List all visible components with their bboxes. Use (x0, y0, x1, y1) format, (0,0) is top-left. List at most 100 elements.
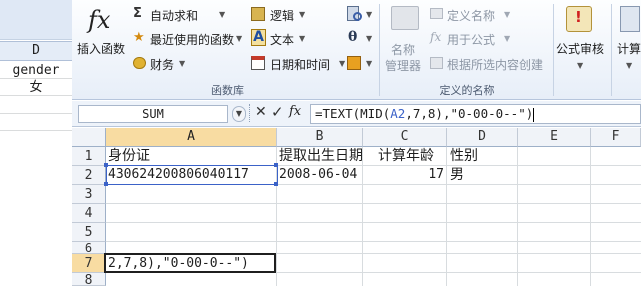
more-functions-icon (347, 56, 361, 70)
create-from-selection-label: 根据所选内容创建 (447, 58, 544, 72)
insert-function-label: 插入函数 (77, 42, 126, 56)
splitter-handle[interactable] (249, 104, 252, 122)
exclamation-icon: ! (575, 8, 582, 26)
gridline (446, 147, 447, 286)
row-header-4[interactable]: 4 (72, 204, 106, 223)
group-divider (553, 4, 554, 96)
fx-small-icon: fx (430, 30, 442, 44)
group-divider (379, 4, 380, 96)
active-cell-editor[interactable]: 2,7,8),"0-00-0--") (104, 253, 276, 273)
cell-c1[interactable]: 计算年龄 (378, 147, 434, 165)
gridline (106, 222, 641, 223)
gridline (517, 147, 518, 286)
chevron-down-icon: ▼ (366, 10, 373, 19)
calculator-icon (620, 6, 640, 32)
cancel-icon[interactable]: ✕ (255, 104, 267, 120)
text-functions-button[interactable]: A 文本 ▼ (251, 29, 311, 48)
insert-function-fx-icon[interactable]: fx (289, 104, 301, 119)
financial-button[interactable]: 财务 ▼ (133, 55, 193, 73)
group-divider (611, 4, 612, 96)
gridline (590, 147, 591, 286)
cell-a2[interactable]: 430624200806040117 (108, 166, 249, 184)
grid-icon (430, 57, 443, 69)
cell-b1[interactable]: 提取出生日期 (279, 147, 363, 165)
row-header-5[interactable]: 5 (72, 223, 106, 242)
enter-icon[interactable]: ✓ (271, 103, 284, 121)
create-from-selection-button[interactable]: 根据所选内容创建 (430, 55, 550, 73)
formula-auditing-label: 公式审核 (556, 42, 605, 56)
chevron-down-icon: ▼ (504, 34, 511, 43)
background-cell-female[interactable]: 女 (0, 79, 72, 96)
defined-names-group-label: 定义的名称 (439, 84, 495, 97)
lookup-reference-button[interactable]: ▼ (347, 6, 375, 24)
theta-icon: θ (348, 29, 358, 45)
recent-functions-label: 最近使用的函数 (150, 33, 235, 47)
formula-input[interactable]: =TEXT(MID(A2,7,8),"0-00-0--") (310, 104, 641, 124)
cell-c2[interactable]: 17 (363, 166, 444, 184)
text-cursor (533, 107, 535, 122)
fx-icon: fx (88, 6, 111, 34)
logical-button[interactable]: 逻辑 ▼ (251, 6, 311, 24)
background-gridline (0, 113, 72, 114)
column-header-b[interactable]: B (277, 128, 363, 147)
chevron-down-icon: ▼ (504, 10, 511, 19)
background-gridline (0, 130, 72, 131)
coins-icon (133, 57, 146, 69)
column-header-d[interactable]: D (447, 128, 518, 147)
autosum-label: 自动求和 (150, 9, 199, 23)
define-name-button[interactable]: 定义名称 ▼ (430, 6, 530, 24)
recent-functions-button[interactable]: ★ 最近使用的函数 ▼ (133, 30, 248, 48)
datetime-button[interactable]: 日期和时间 ▼ (251, 55, 351, 73)
chevron-down-icon: ▼ (179, 59, 186, 68)
chevron-down-icon: ▼ (366, 34, 373, 43)
math-trig-button[interactable]: θ ▼ (347, 29, 375, 48)
use-in-formula-button[interactable]: fx 用于公式 ▼ (430, 30, 530, 48)
insert-function-button[interactable]: fx 插入函数 (77, 4, 126, 60)
name-manager-button[interactable]: 名称 管理器 (383, 4, 427, 74)
chevron-down-icon: ▼ (366, 59, 373, 68)
cell-a1[interactable]: 身份证 (108, 147, 150, 165)
row-header-1[interactable]: 1 (72, 147, 106, 166)
column-header-c[interactable]: C (363, 128, 447, 147)
gridline (106, 203, 641, 204)
background-column-header[interactable]: D (0, 41, 72, 61)
background-ribbon (0, 0, 72, 40)
row-header-3[interactable]: 3 (72, 185, 106, 204)
chevron-down-icon: ▼ (339, 59, 346, 68)
select-all-corner[interactable] (72, 128, 106, 147)
column-header-f[interactable]: F (591, 128, 641, 147)
magnifier-icon (353, 12, 362, 21)
name-box[interactable]: SUM (78, 105, 228, 123)
star-icon: ★ (133, 30, 145, 45)
formula-part: ,7,8),"0-00-0--") (405, 106, 534, 121)
financial-label: 财务 (150, 58, 175, 72)
formula-auditing-button[interactable]: ! 公式审核 ▼ (556, 4, 606, 74)
autosum-button[interactable]: Σ 自动求和 ▼ (133, 6, 233, 24)
name-manager-icon (391, 6, 419, 30)
define-name-label: 定义名称 (447, 9, 496, 23)
row-header-2[interactable]: 2 (72, 166, 106, 185)
background-cell-gender[interactable]: gender (0, 62, 72, 79)
range-handle[interactable] (274, 182, 278, 186)
cell-d2[interactable]: 男 (450, 166, 464, 184)
column-header-e[interactable]: E (518, 128, 591, 147)
chevron-down-icon: ▼ (299, 10, 306, 19)
row-header-6[interactable]: 6 (72, 242, 106, 254)
chevron-down-icon: ▼ (626, 61, 633, 70)
row-header-7[interactable]: 7 (72, 254, 106, 273)
more-functions-button[interactable]: ▼ (347, 55, 375, 73)
name-box-dropdown-icon[interactable]: ▼ (232, 106, 246, 122)
formula-part: =TEXT(MID( (315, 106, 391, 121)
use-in-formula-label: 用于公式 (447, 33, 496, 47)
column-header-a[interactable]: A (106, 128, 277, 147)
calendar-icon (251, 56, 265, 70)
function-library-group-label: 函数库 (211, 84, 244, 97)
logical-label: 逻辑 (270, 9, 295, 23)
cell-b2[interactable]: 2008-06-04 (279, 166, 357, 184)
calculation-label: 计算 (617, 42, 641, 56)
range-handle[interactable] (274, 163, 278, 167)
calculation-button[interactable]: 计算 ▼ (614, 4, 641, 74)
row-header-8[interactable]: 8 (72, 273, 106, 288)
cell-d1[interactable]: 性别 (450, 147, 478, 165)
cell-editor-text: 2,7,8),"0-00-0--") (108, 256, 249, 271)
